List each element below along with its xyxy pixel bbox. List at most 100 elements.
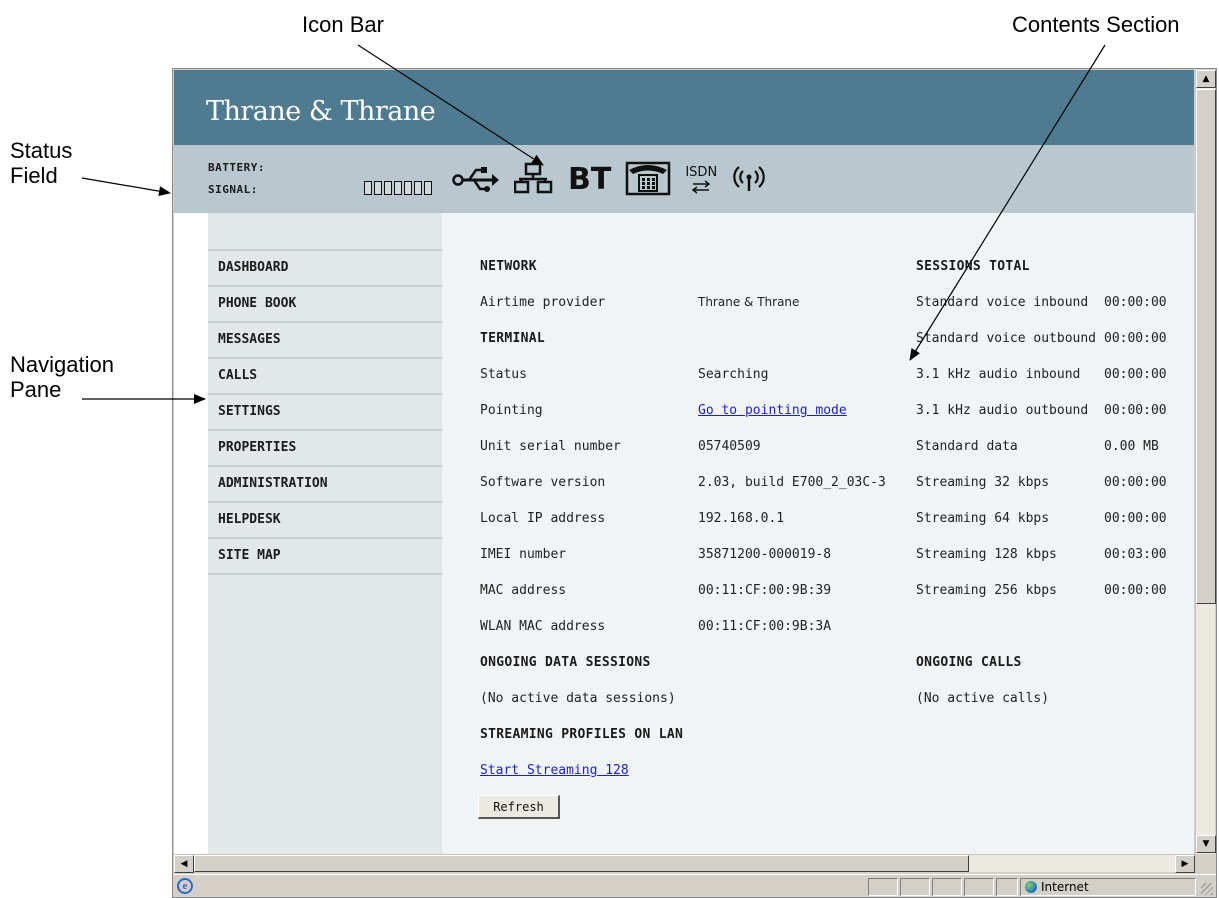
signal-bar bbox=[384, 181, 392, 195]
callout-contents-section: Contents Section bbox=[1012, 12, 1180, 37]
session-label: Streaming 256 kbps bbox=[916, 583, 1057, 598]
usb-icon[interactable] bbox=[452, 162, 500, 198]
nav-item-dashboard[interactable]: DASHBOARD bbox=[208, 251, 442, 287]
callout-status-field-line1: Status bbox=[10, 138, 73, 163]
signal-bar bbox=[414, 181, 422, 195]
terminal-label: MAC address bbox=[480, 583, 567, 598]
terminal-value: Searching bbox=[698, 367, 769, 382]
page-viewport: Thrane & Thrane BATTERY: SIGNAL: BT ISDN… bbox=[174, 70, 1194, 854]
scroll-up-button[interactable]: ▲ bbox=[1196, 70, 1216, 88]
scroll-left-button[interactable]: ◀ bbox=[174, 855, 194, 873]
session-label: Streaming 128 kbps bbox=[916, 547, 1057, 562]
nav-item-messages[interactable]: MESSAGES bbox=[208, 323, 442, 359]
nav-item-site-map[interactable]: SITE MAP bbox=[208, 539, 442, 575]
pointing-mode-link[interactable]: Go to pointing mode bbox=[698, 403, 847, 418]
ie-icon: e bbox=[177, 878, 193, 894]
navigation-pane: DASHBOARD PHONE BOOK MESSAGES CALLS SETTINGS… bbox=[208, 213, 442, 854]
terminal-label: Software version bbox=[480, 475, 606, 490]
wlan-icon[interactable] bbox=[731, 162, 767, 198]
resize-grip-icon[interactable] bbox=[1201, 883, 1213, 895]
nav-item-calls[interactable]: CALLS bbox=[208, 359, 442, 395]
nav-item-administration[interactable]: ADMINISTRATION bbox=[208, 467, 442, 503]
vertical-scrollbar[interactable]: ▲ ▼ bbox=[1195, 70, 1216, 854]
brand-logo[interactable]: Thrane & Thrane bbox=[206, 96, 436, 127]
nav-item-settings[interactable]: SETTINGS bbox=[208, 395, 442, 431]
header-banner: Thrane & Thrane bbox=[174, 70, 1194, 145]
session-value: 00:00:00 bbox=[1104, 331, 1167, 346]
scroll-down-button[interactable]: ▼ bbox=[1196, 835, 1216, 853]
status-pane bbox=[996, 878, 1018, 896]
contents-section: NETWORK Airtime provider Thrane & Thrane… bbox=[442, 213, 1194, 854]
scroll-right-button[interactable]: ▶ bbox=[1175, 855, 1195, 873]
terminal-label: Local IP address bbox=[480, 511, 606, 526]
callout-status-field-line2: Field bbox=[10, 163, 58, 188]
session-value: 00:03:00 bbox=[1104, 547, 1167, 562]
status-pane bbox=[964, 878, 994, 896]
start-streaming-link[interactable]: Start Streaming 128 bbox=[480, 763, 629, 778]
callout-navigation-pane: Navigation Pane bbox=[10, 352, 114, 402]
globe-icon bbox=[1025, 881, 1037, 893]
nav-item-helpdesk[interactable]: HELPDESK bbox=[208, 503, 442, 539]
icon-bar: BT ISDN bbox=[452, 156, 767, 204]
session-label: Standard voice inbound bbox=[916, 295, 1089, 310]
horizontal-scroll-thumb[interactable] bbox=[194, 855, 969, 872]
terminal-value: 00:11:CF:00:9B:3A bbox=[698, 619, 832, 634]
vertical-scroll-thumb[interactable] bbox=[1196, 89, 1216, 604]
browser-window: Thrane & Thrane BATTERY: SIGNAL: BT ISDN… bbox=[172, 68, 1217, 898]
terminal-value: 05740509 bbox=[698, 439, 761, 454]
session-label: 3.1 kHz audio inbound bbox=[916, 367, 1081, 382]
ongoing-data-sessions-heading: ONGOING DATA SESSIONS bbox=[480, 655, 651, 670]
lan-icon[interactable] bbox=[513, 162, 554, 198]
signal-bar bbox=[424, 181, 432, 195]
callout-status-field: Status Field bbox=[10, 138, 72, 188]
ongoing-calls-text: (No active calls) bbox=[916, 691, 1050, 706]
isdn-icon[interactable]: ISDN bbox=[685, 166, 717, 194]
signal-bar bbox=[374, 181, 382, 195]
refresh-button[interactable]: Refresh bbox=[478, 795, 560, 819]
session-label: Standard voice outbound bbox=[916, 331, 1097, 346]
signal-meter bbox=[364, 181, 432, 195]
ongoing-calls-heading: ONGOING CALLS bbox=[916, 655, 1022, 670]
signal-bar bbox=[364, 181, 372, 195]
status-field-arrow bbox=[81, 177, 171, 197]
isdn-icon-label: ISDN bbox=[685, 165, 718, 180]
nav-list: DASHBOARD PHONE BOOK MESSAGES CALLS SETTINGS… bbox=[208, 249, 442, 575]
browser-status-bar: e Internet bbox=[174, 874, 1216, 897]
security-zone: Internet bbox=[1020, 878, 1196, 896]
terminal-label: IMEI number bbox=[480, 547, 567, 562]
battery-label: BATTERY: bbox=[208, 161, 265, 174]
terminal-label: Pointing bbox=[480, 403, 543, 418]
signal-bar bbox=[394, 181, 402, 195]
session-label: Streaming 32 kbps bbox=[916, 475, 1050, 490]
terminal-label: Unit serial number bbox=[480, 439, 621, 454]
terminal-value: 35871200-000019-8 bbox=[698, 547, 832, 562]
session-value: 00:00:00 bbox=[1104, 403, 1167, 418]
ongoing-data-sessions-text: (No active data sessions) bbox=[480, 691, 676, 706]
status-pane bbox=[868, 878, 898, 896]
terminal-heading: TERMINAL bbox=[480, 331, 546, 346]
session-value: 00:00:00 bbox=[1104, 295, 1167, 310]
session-value: 0.00 MB bbox=[1104, 439, 1159, 454]
session-value: 00:00:00 bbox=[1104, 367, 1167, 382]
phone-icon[interactable] bbox=[625, 160, 671, 200]
status-pane bbox=[900, 878, 930, 896]
terminal-label: WLAN MAC address bbox=[480, 619, 606, 634]
nav-item-phone-book[interactable]: PHONE BOOK bbox=[208, 287, 442, 323]
session-label: Streaming 64 kbps bbox=[916, 511, 1050, 526]
terminal-value: 2.03, build E700_2_03C-3 bbox=[698, 475, 886, 490]
session-value: 00:00:00 bbox=[1104, 583, 1167, 598]
session-label: Standard data bbox=[916, 439, 1018, 454]
bluetooth-icon[interactable]: BT bbox=[568, 164, 611, 196]
session-label: 3.1 kHz audio outbound bbox=[916, 403, 1089, 418]
nav-item-properties[interactable]: PROPERTIES bbox=[208, 431, 442, 467]
signal-label: SIGNAL: bbox=[208, 183, 258, 196]
network-heading: NETWORK bbox=[480, 259, 537, 274]
horizontal-scrollbar[interactable]: ◀ ▶ bbox=[174, 854, 1195, 873]
callout-navigation-pane-line2: Pane bbox=[10, 377, 62, 402]
security-zone-label: Internet bbox=[1041, 880, 1089, 894]
terminal-label: Status bbox=[480, 367, 527, 382]
callout-icon-bar: Icon Bar bbox=[302, 12, 384, 37]
airtime-provider-value: Thrane & Thrane bbox=[698, 295, 800, 309]
streaming-profiles-heading: STREAMING PROFILES ON LAN bbox=[480, 727, 684, 742]
terminal-value: 00:11:CF:00:9B:39 bbox=[698, 583, 832, 598]
